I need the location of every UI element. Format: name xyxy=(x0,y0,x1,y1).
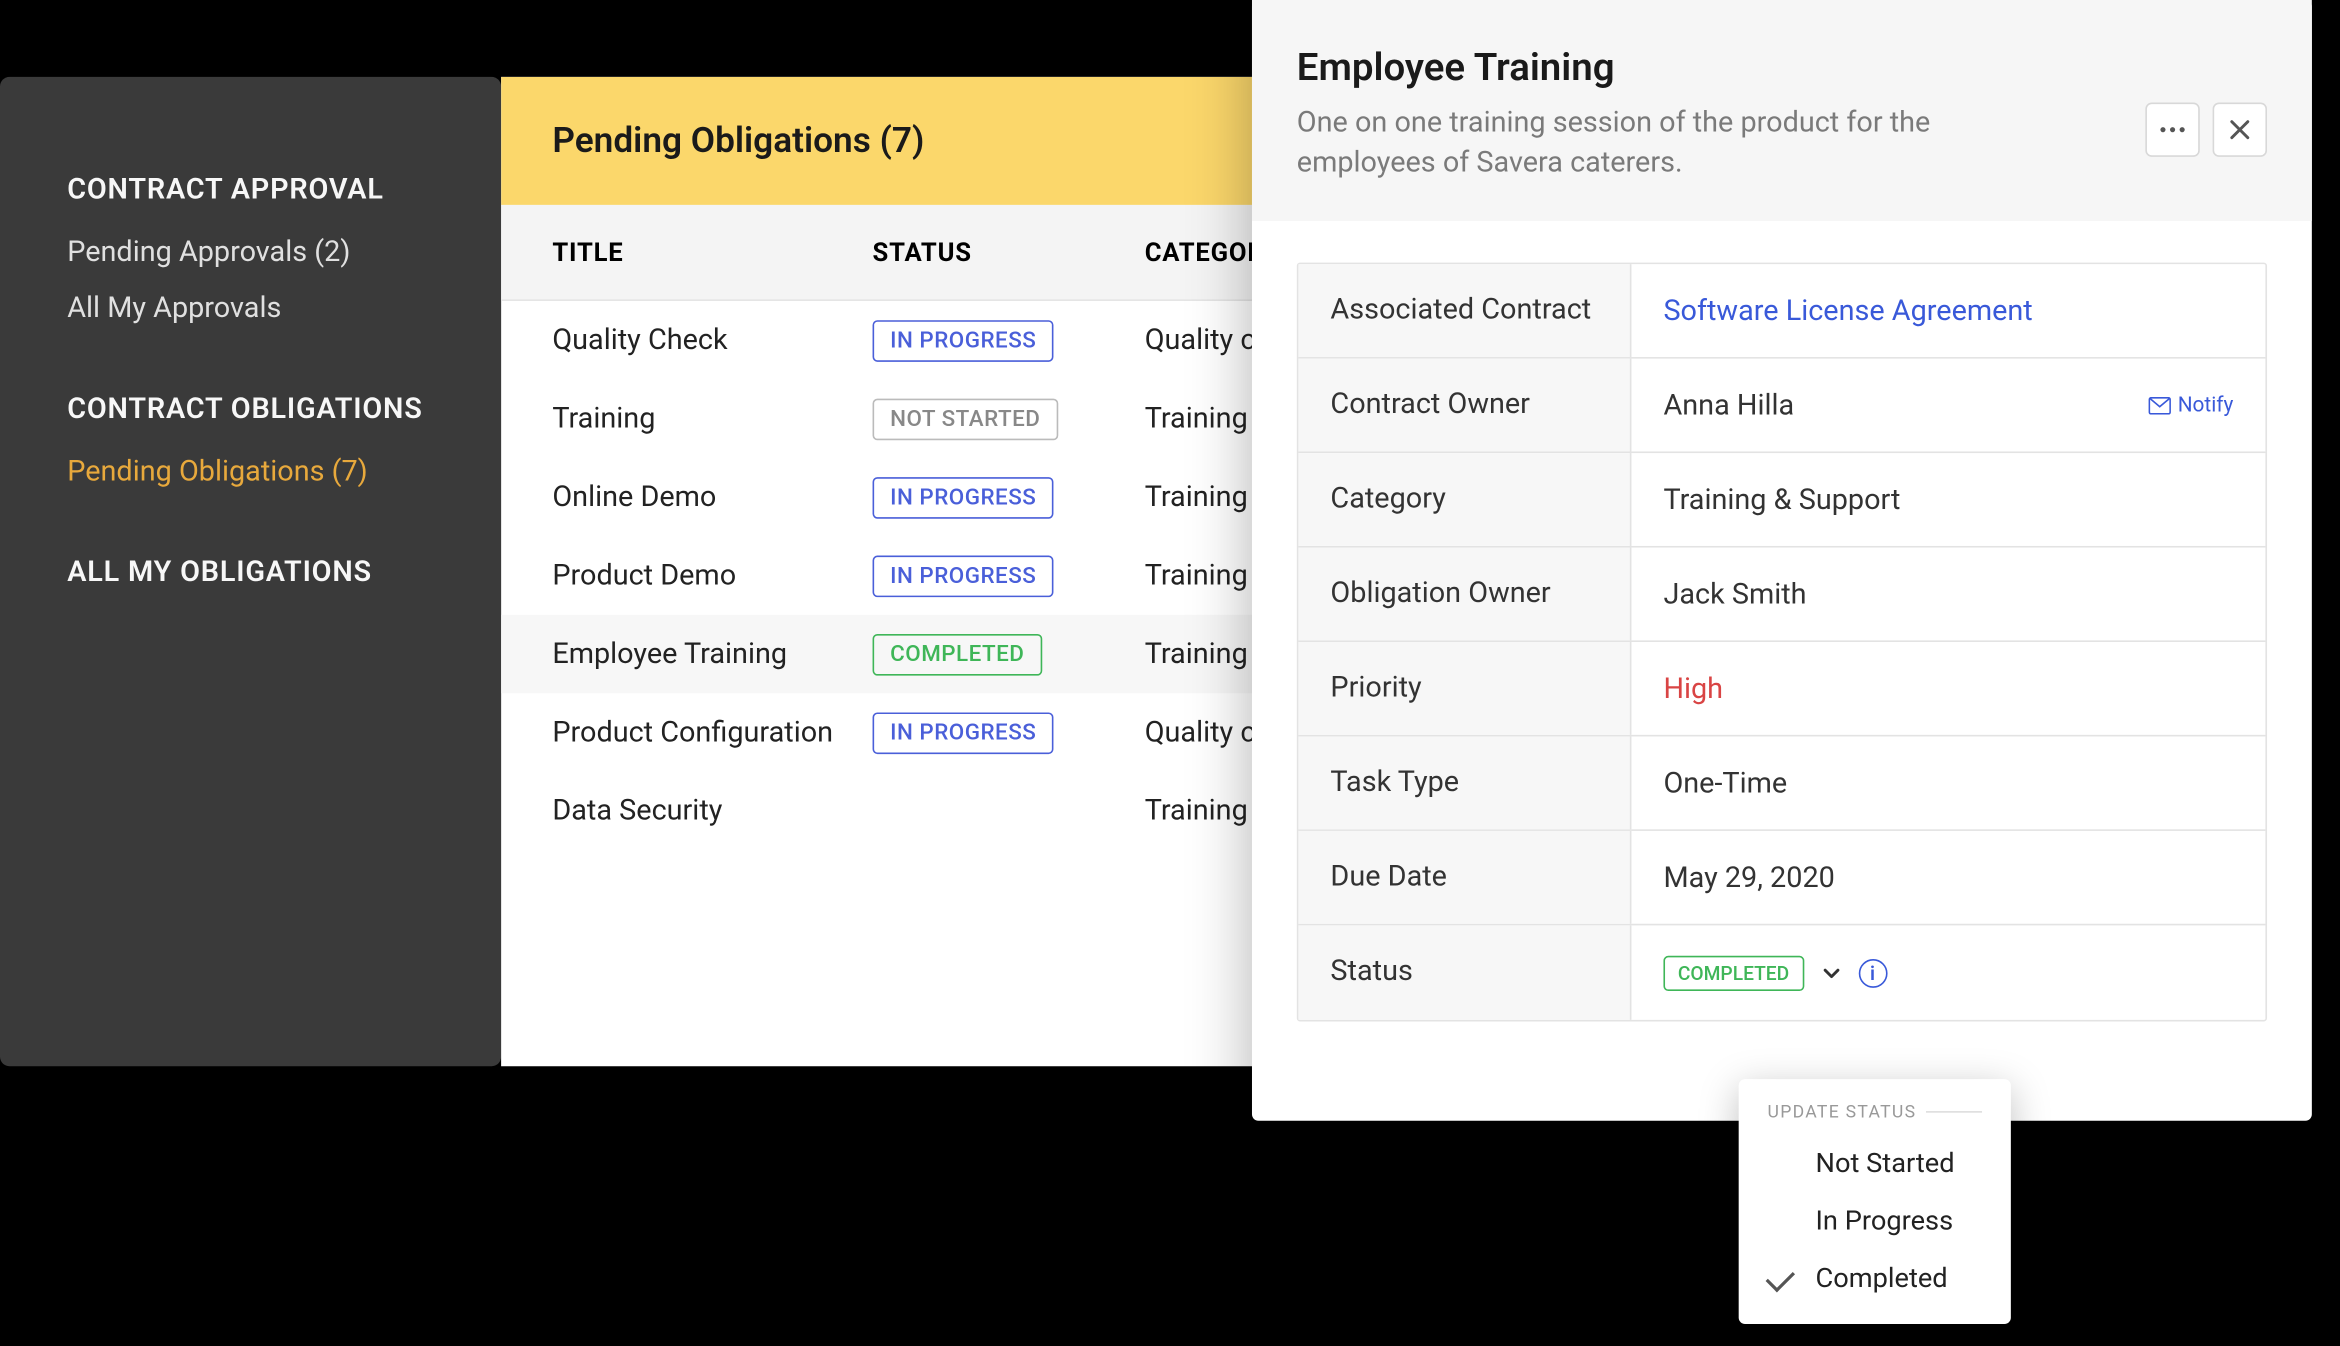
close-button[interactable] xyxy=(2213,102,2267,156)
detail-value[interactable]: Software License Agreement xyxy=(1631,265,2265,358)
detail-table: Associated ContractSoftware License Agre… xyxy=(1297,263,2267,1022)
detail-row: CategoryTraining & Support xyxy=(1298,454,2265,548)
detail-value: Training & Support xyxy=(1631,454,2265,547)
detail-label: Task Type xyxy=(1298,737,1631,830)
status-badge: IN PROGRESS xyxy=(873,555,1054,597)
detail-label: Category xyxy=(1298,454,1631,547)
cell-title: Data Security xyxy=(552,794,872,828)
status-badge: IN PROGRESS xyxy=(873,319,1054,361)
detail-value: High xyxy=(1631,643,2265,736)
status-badge: IN PROGRESS xyxy=(873,476,1054,518)
cell-title: Online Demo xyxy=(552,480,872,514)
detail-value: Anna HillaNotify xyxy=(1631,359,2265,452)
cell-title: Product Demo xyxy=(552,559,872,593)
info-icon[interactable]: i xyxy=(1858,959,1887,988)
notify-link[interactable]: Notify xyxy=(2149,394,2234,418)
detail-row: Status COMPLETED i xyxy=(1298,926,2265,1020)
detail-label: Due Date xyxy=(1298,832,1631,925)
mail-icon xyxy=(2149,397,2171,415)
dropdown-header: UPDATE STATUS xyxy=(1739,1101,2011,1135)
cell-status: NOT STARTED xyxy=(873,398,1145,440)
priority-value: High xyxy=(1663,672,1723,706)
detail-panel: Employee Training One on one training se… xyxy=(1252,0,2312,1121)
detail-row: Associated ContractSoftware License Agre… xyxy=(1298,265,2265,359)
column-header-title: TITLE xyxy=(552,237,872,267)
sidebar-item-all-my-approvals[interactable]: All My Approvals xyxy=(67,291,501,325)
detail-row: Contract OwnerAnna HillaNotify xyxy=(1298,359,2265,453)
status-badge: IN PROGRESS xyxy=(873,712,1054,754)
cell-status: IN PROGRESS xyxy=(873,476,1145,518)
dropdown-item[interactable]: Not Started xyxy=(1739,1135,2011,1193)
detail-row: Priority High xyxy=(1298,643,2265,737)
cell-title: Product Configuration xyxy=(552,716,872,750)
detail-description: One on one training session of the produ… xyxy=(1297,102,1985,183)
detail-row: Due DateMay 29, 2020 xyxy=(1298,832,2265,926)
detail-row: Obligation OwnerJack Smith xyxy=(1298,548,2265,642)
detail-label: Status xyxy=(1298,926,1631,1020)
detail-value: Jack Smith xyxy=(1631,548,2265,641)
detail-row: Task TypeOne-Time xyxy=(1298,737,2265,831)
dropdown-item[interactable]: Completed xyxy=(1739,1250,2011,1308)
cell-status: IN PROGRESS xyxy=(873,712,1145,754)
close-icon xyxy=(2229,118,2251,140)
detail-label: Associated Contract xyxy=(1298,265,1631,358)
detail-value: One-Time xyxy=(1631,737,2265,830)
sidebar-section-contract-obligations: CONTRACT OBLIGATIONS xyxy=(67,392,501,426)
more-button[interactable] xyxy=(2145,102,2199,156)
detail-value: COMPLETED i xyxy=(1631,926,2265,1020)
sidebar-item-pending-obligations[interactable]: Pending Obligations (7) xyxy=(67,455,501,489)
detail-label: Priority xyxy=(1298,643,1631,736)
sidebar: CONTRACT APPROVAL Pending Approvals (2) … xyxy=(0,77,501,1066)
sidebar-section-all-my-obligations[interactable]: ALL MY OBLIGATIONS xyxy=(67,556,501,590)
detail-value: May 29, 2020 xyxy=(1631,832,2265,925)
detail-title: Employee Training xyxy=(1297,45,2146,90)
cell-status: IN PROGRESS xyxy=(873,319,1145,361)
detail-label: Obligation Owner xyxy=(1298,548,1631,641)
status-dropdown: UPDATE STATUS Not StartedIn ProgressComp… xyxy=(1739,1079,2011,1324)
more-icon xyxy=(2160,126,2186,132)
cell-title: Employee Training xyxy=(552,637,872,671)
sidebar-section-contract-approval: CONTRACT APPROVAL xyxy=(67,173,501,207)
sidebar-item-pending-approvals[interactable]: Pending Approvals (2) xyxy=(67,235,501,269)
dropdown-item[interactable]: In Progress xyxy=(1739,1193,2011,1251)
status-badge: COMPLETED xyxy=(1663,956,1803,991)
column-header-status: STATUS xyxy=(873,237,1145,267)
cell-title: Quality Check xyxy=(552,323,872,357)
detail-header: Employee Training One on one training se… xyxy=(1252,0,2312,222)
cell-title: Training xyxy=(552,402,872,436)
status-badge: NOT STARTED xyxy=(873,398,1058,440)
cell-status: IN PROGRESS xyxy=(873,555,1145,597)
chevron-down-icon[interactable] xyxy=(1820,962,1842,984)
cell-status: COMPLETED xyxy=(873,633,1145,675)
status-badge: COMPLETED xyxy=(873,633,1042,675)
detail-label: Contract Owner xyxy=(1298,359,1631,452)
